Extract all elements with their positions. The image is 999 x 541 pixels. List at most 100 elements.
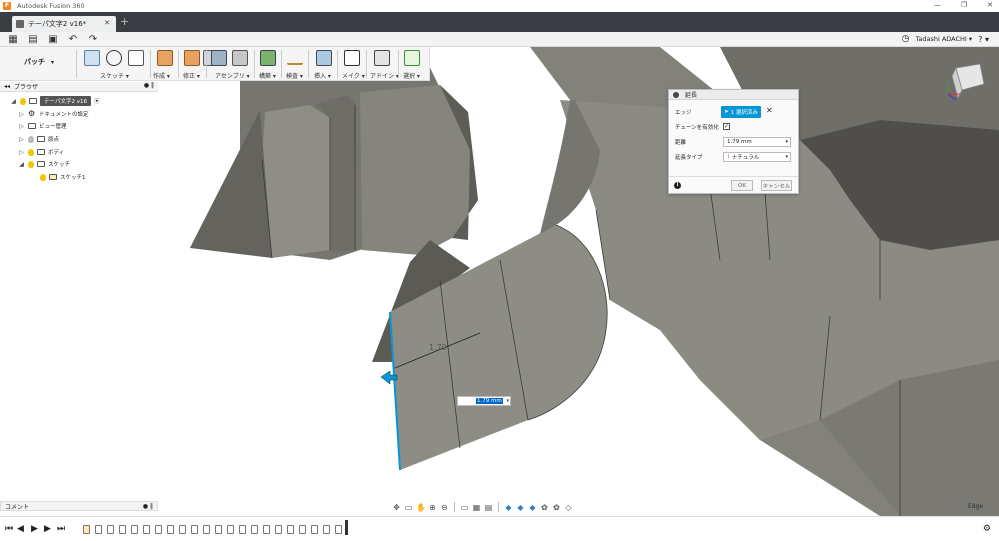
dimension-value-box[interactable]: 1.79 mm ▾ (457, 396, 511, 406)
spline-icon[interactable] (106, 50, 122, 66)
scripts-addins-icon[interactable] (374, 50, 390, 66)
timeline-feature-icon[interactable] (335, 525, 342, 534)
comments-add-icon[interactable]: ● ‖ (143, 503, 153, 510)
job-status-clock-icon[interactable]: ◷ (902, 34, 910, 44)
extend-type-select[interactable]: ⌇ ナチュラル ▾ (723, 152, 791, 162)
visibility-bulb-icon[interactable] (28, 160, 34, 168)
display-settings-icon[interactable]: ▭ (460, 503, 469, 512)
undo-icon[interactable]: ↶ (66, 34, 80, 45)
collapsed-triangle-icon[interactable]: ▷ (18, 136, 25, 143)
dimension-value-input[interactable]: 1.79 mm (476, 398, 503, 404)
grid-settings-icon[interactable]: ▦ (472, 503, 481, 512)
expand-triangle-icon[interactable]: ◢ (10, 98, 17, 105)
timeline-settings-icon[interactable]: ⚙ (983, 524, 991, 534)
select-body-icon[interactable]: ◆ (504, 503, 513, 512)
timeline-feature-icon[interactable] (299, 525, 306, 534)
browser-pin-icon[interactable]: ● ‖ (144, 82, 154, 89)
rectangle-icon[interactable] (128, 50, 144, 66)
new-tab-button[interactable]: + (120, 16, 129, 27)
group-label-addins[interactable]: アドイン ▾ (370, 71, 399, 80)
joint-icon[interactable] (232, 50, 248, 66)
close-tab-icon[interactable]: ✕ (104, 19, 110, 27)
timeline-feature-icon[interactable] (95, 525, 102, 534)
select-icon[interactable] (404, 50, 420, 66)
visibility-bulb-icon[interactable] (40, 173, 46, 181)
visibility-bulb-icon[interactable] (20, 97, 26, 105)
select-sketch-icon[interactable]: ✿ (552, 503, 561, 512)
user-name-menu[interactable]: Tadashi ADACHI ▾ (915, 35, 972, 43)
timeline-feature-icon[interactable] (323, 525, 330, 534)
insert-image-icon[interactable] (316, 50, 332, 66)
select-component-icon[interactable]: ◇ (564, 503, 573, 512)
measure-icon[interactable] (287, 53, 303, 65)
visibility-bulb-icon[interactable] (28, 148, 34, 156)
pan-hand-icon[interactable]: ✋ (416, 503, 426, 512)
timeline-track[interactable] (75, 521, 355, 539)
timeline-feature-icon[interactable] (227, 525, 234, 534)
app-grid-icon[interactable]: ▦ (6, 34, 20, 45)
dialog-collapse-icon[interactable] (673, 91, 679, 98)
timeline-feature-icon[interactable] (203, 525, 210, 534)
timeline-feature-icon[interactable] (119, 525, 126, 534)
dimension-dropdown-icon[interactable]: ▾ (506, 398, 509, 404)
timeline-feature-icon[interactable] (155, 525, 162, 534)
timeline-feature-icon[interactable] (215, 525, 222, 534)
redo-icon[interactable]: ↷ (86, 34, 100, 45)
timeline-feature-icon[interactable] (191, 525, 198, 534)
tree-item-sketch1[interactable]: スケッチ1 (40, 171, 86, 183)
tree-item-bodies[interactable]: ▷ ボディ (18, 146, 64, 158)
group-label-construct[interactable]: 構築 ▾ (259, 71, 276, 80)
minimize-button[interactable]: — (934, 1, 941, 9)
help-menu[interactable]: ? ▾ (978, 35, 989, 44)
view-cube[interactable] (944, 62, 988, 102)
group-label-insert[interactable]: 挿入 ▾ (314, 71, 331, 80)
chevron-down-icon[interactable]: ▾ (785, 154, 788, 160)
group-label-create[interactable]: 作成 ▾ (153, 71, 170, 80)
look-at-icon[interactable]: ▭ (404, 503, 413, 512)
timeline-feature-icon[interactable] (143, 525, 150, 534)
collapsed-triangle-icon[interactable]: ▷ (18, 111, 25, 118)
distance-input[interactable]: 1.79 mm ▾ (723, 137, 791, 147)
timeline-feature-icon[interactable] (311, 525, 318, 534)
cancel-button[interactable]: キャンセル (761, 180, 792, 191)
timeline-marker[interactable] (345, 520, 348, 535)
close-window-button[interactable]: ✕ (987, 1, 993, 9)
new-component-icon[interactable] (211, 50, 227, 66)
timeline-feature-icon[interactable] (287, 525, 294, 534)
visibility-bulb-icon[interactable] (28, 135, 34, 143)
info-icon[interactable]: i (674, 182, 681, 189)
collapsed-triangle-icon[interactable]: ▷ (18, 149, 25, 156)
expand-triangle-icon[interactable]: ◢ (18, 161, 25, 168)
3d-print-icon[interactable] (344, 50, 360, 66)
collapse-arrows-icon[interactable]: ◂◂ (4, 83, 10, 90)
group-label-inspect[interactable]: 検査 ▾ (286, 71, 303, 80)
tree-item-sketches[interactable]: ◢ スケッチ (18, 158, 70, 170)
step-back-icon[interactable]: ◀ (17, 524, 24, 534)
edge-selection-button[interactable]: ➤ 1 選択済み (721, 106, 761, 118)
group-label-select[interactable]: 選択 ▾ (403, 71, 420, 80)
viewports-icon[interactable]: ▤ (484, 503, 493, 512)
tree-item-doc-settings[interactable]: ▷ ⚙ ドキュメントの設定 (18, 108, 88, 120)
offset-plane-icon[interactable] (260, 50, 276, 66)
group-label-sketch[interactable]: スケッチ ▾ (100, 71, 129, 80)
orbit-icon[interactable]: ✥ (392, 503, 401, 512)
trim-icon[interactable] (184, 50, 200, 66)
dialog-header[interactable]: 延長 (669, 90, 798, 100)
file-menu-icon[interactable]: ▤ (26, 34, 40, 45)
restore-button[interactable]: ❐ (961, 1, 967, 9)
clear-selection-icon[interactable]: ✕ (766, 106, 773, 115)
chevron-down-icon[interactable]: ▾ (785, 139, 788, 145)
tree-item-named-views[interactable]: ▷ ビュー管理 (18, 120, 66, 132)
go-to-end-icon[interactable]: ⏭ (57, 524, 65, 534)
timeline-feature-icon[interactable] (167, 525, 174, 534)
timeline-feature-icon[interactable] (275, 525, 282, 534)
collapsed-triangle-icon[interactable]: ▷ (18, 123, 25, 130)
activate-radio-icon[interactable]: ⦿ (94, 97, 100, 105)
zoom-window-icon[interactable]: ⊖ (440, 503, 449, 512)
select-vertex-icon[interactable]: ✿ (540, 503, 549, 512)
chain-checkbox[interactable]: ✓ (723, 123, 730, 130)
group-label-modify[interactable]: 修正 ▾ (183, 71, 200, 80)
go-to-start-icon[interactable]: ⏮ (5, 524, 13, 534)
timeline-sketch-feature-icon[interactable] (83, 525, 90, 534)
timeline-feature-icon[interactable] (107, 525, 114, 534)
